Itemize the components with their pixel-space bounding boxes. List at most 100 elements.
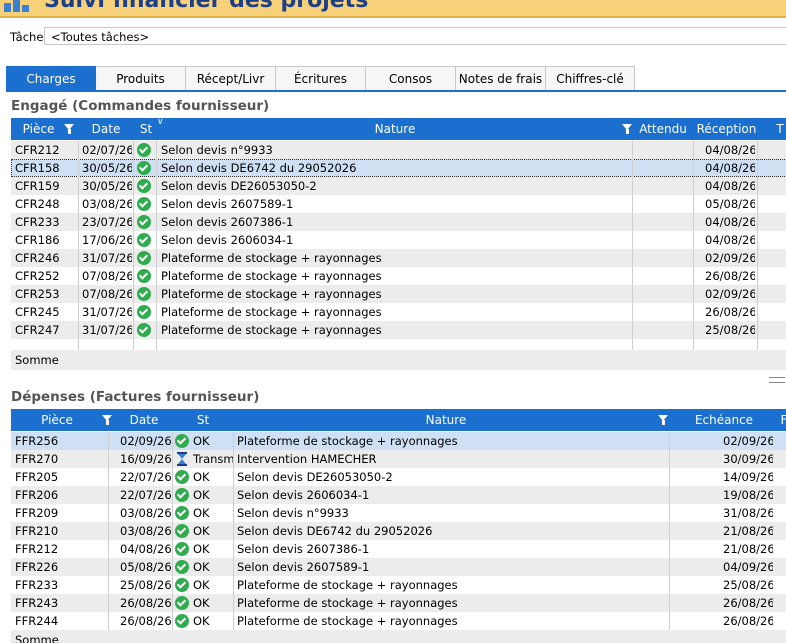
tab-bar: Charges Produits Récept/Livr Écritures C… xyxy=(6,66,786,91)
table-row[interactable]: CFR233 23/07/26 Selon devis 2607386-1 04/08… xyxy=(11,213,786,231)
table-row[interactable]: FFR243 26/08/26 OK Plateforme de stockage +… xyxy=(11,594,786,612)
table-row[interactable]: FFR233 25/08/26 OK Plateforme de stockage +… xyxy=(11,576,786,594)
cell-echeance: 30/09/26 xyxy=(723,452,773,466)
column-divider xyxy=(78,159,79,177)
column-divider xyxy=(693,141,694,159)
column-divider xyxy=(632,213,633,231)
cell-reception: 02/09/26 xyxy=(705,287,755,301)
col-header-nature[interactable]: Nature xyxy=(161,118,629,140)
cell-echeance: 25/08/26 xyxy=(723,578,773,592)
column-divider xyxy=(693,285,694,303)
table-row[interactable]: FFR244 26/08/26 OK Plateforme de stockage +… xyxy=(11,612,786,630)
tab-recept-livr[interactable]: Récept/Livr xyxy=(186,66,276,91)
check-circle-icon xyxy=(137,305,151,319)
check-circle-icon xyxy=(175,578,189,592)
col-header-nature[interactable]: Nature xyxy=(233,409,659,431)
table-row[interactable]: CFR253 07/08/26 Plateforme de stockage + r… xyxy=(11,285,786,303)
cell-status: OK xyxy=(193,578,210,592)
column-divider xyxy=(693,267,694,285)
column-divider xyxy=(172,594,173,612)
cell-piece: FFR226 xyxy=(15,560,59,574)
cell-status: OK xyxy=(193,596,210,610)
table-row[interactable]: CFR245 31/07/26 Plateforme de stockage + r… xyxy=(11,303,786,321)
table-row[interactable]: CFR159 30/05/26 Selon devis DE26053050-2 04… xyxy=(11,177,786,195)
depenses-body: FFR256 02/09/26 OK Plateforme de stockage +… xyxy=(11,432,786,643)
column-divider xyxy=(233,504,234,522)
col-header-reception[interactable]: Réception xyxy=(694,118,759,140)
tab-produits[interactable]: Produits xyxy=(96,66,186,91)
col-header-attendu[interactable]: Attendu xyxy=(633,118,693,140)
table-row[interactable]: FFR206 22/07/26 OK Selon devis 2606034-1 19/… xyxy=(11,486,786,504)
cell-date: 25/08/26 xyxy=(120,578,172,592)
tab-notes-de-frais[interactable]: Notes de frais xyxy=(456,66,546,91)
filter-icon[interactable] xyxy=(64,124,74,134)
col-header-extra[interactable]: T xyxy=(773,118,786,140)
table-row[interactable]: CFR158 30/05/26 Selon devis DE6742 du 2905… xyxy=(11,159,786,177)
col-header-extra[interactable]: F xyxy=(777,409,786,431)
column-divider xyxy=(669,576,670,594)
table-row[interactable]: FFR210 03/08/26 OK Selon devis DE6742 du 29… xyxy=(11,522,786,540)
table-row[interactable]: FFR209 03/08/26 OK Selon devis n°9933 31/08/… xyxy=(11,504,786,522)
column-divider xyxy=(757,177,758,195)
cell-piece: CFR159 xyxy=(15,179,60,193)
check-circle-icon xyxy=(137,251,151,265)
cell-piece: FFR209 xyxy=(15,506,59,520)
cell-echeance: 21/08/26 xyxy=(723,524,773,538)
sum-label: Somme xyxy=(15,633,59,643)
cell-nature: Selon devis n°9933 xyxy=(237,506,349,520)
tab-charges[interactable]: Charges xyxy=(6,66,96,91)
cell-reception: 04/08/26 xyxy=(705,215,755,229)
engage-grid: Pièce Date St ∨ Nature Attendu Réception… xyxy=(11,118,786,370)
table-row[interactable]: FFR256 02/09/26 OK Plateforme de stockage +… xyxy=(11,432,786,450)
cell-date: 22/07/26 xyxy=(120,470,172,484)
column-divider xyxy=(156,195,157,213)
table-row[interactable]: CFR248 03/08/26 Selon devis 2607589-1 05/08… xyxy=(11,195,786,213)
column-divider xyxy=(172,612,173,630)
table-row[interactable]: FFR226 05/08/26 OK Selon devis 2607589-1 04/… xyxy=(11,558,786,576)
cell-date: 30/05/26 xyxy=(82,161,132,175)
cell-echeance: 21/08/26 xyxy=(723,542,773,556)
cell-piece: CFR158 xyxy=(15,161,60,175)
col-header-st[interactable]: St xyxy=(136,118,156,140)
check-circle-icon xyxy=(175,434,189,448)
column-divider xyxy=(757,231,758,249)
app-logo-icon xyxy=(2,0,40,12)
table-row[interactable]: CFR212 02/07/26 Selon devis n°9933 04/08/26 xyxy=(11,141,786,159)
tab-chiffres-cle[interactable]: Chiffres-clé xyxy=(546,66,635,91)
column-divider xyxy=(669,612,670,630)
table-row[interactable]: FFR212 04/08/26 OK Selon devis 2607386-1 21/… xyxy=(11,540,786,558)
summary-row: Somme xyxy=(11,630,786,643)
table-row[interactable]: FFR205 22/07/26 OK Selon devis DE26053050-2… xyxy=(11,468,786,486)
col-header-date[interactable]: Date xyxy=(81,118,131,140)
filter-icon[interactable] xyxy=(658,415,668,425)
tab-consos[interactable]: Consos xyxy=(366,66,456,91)
col-header-piece[interactable]: Pièce xyxy=(11,409,103,431)
cell-date: 03/08/26 xyxy=(82,197,132,211)
check-circle-icon xyxy=(137,287,151,301)
table-row[interactable]: CFR186 17/06/26 Selon devis 2606034-1 04/08… xyxy=(11,231,786,249)
cell-echeance: 26/08/26 xyxy=(723,614,773,628)
col-header-echeance[interactable]: Echéance xyxy=(674,409,774,431)
column-divider xyxy=(78,267,79,285)
table-row[interactable]: CFR246 31/07/26 Plateforme de stockage + r… xyxy=(11,249,786,267)
filter-icon[interactable] xyxy=(102,415,112,425)
column-divider xyxy=(156,141,157,159)
table-row[interactable]: CFR247 31/07/26 Plateforme de stockage + r… xyxy=(11,321,786,339)
col-header-piece[interactable]: Pièce xyxy=(11,118,66,140)
check-circle-icon xyxy=(137,233,151,247)
tab-ecritures[interactable]: Écritures xyxy=(276,66,366,91)
column-divider xyxy=(757,159,758,177)
cell-status: Transm xyxy=(193,452,233,466)
filter-icon[interactable] xyxy=(622,124,632,134)
col-header-date[interactable]: Date xyxy=(115,409,173,431)
col-header-st[interactable]: St xyxy=(173,409,233,431)
table-row[interactable]: FFR270 16/09/26 Transm Intervention HAMECHE… xyxy=(11,450,786,468)
cell-nature: Plateforme de stockage + rayonnages xyxy=(161,251,382,265)
cell-piece: CFR212 xyxy=(15,143,60,157)
cell-piece: FFR233 xyxy=(15,578,59,592)
cell-nature: Plateforme de stockage + rayonnages xyxy=(161,269,382,283)
cell-echeance: 02/09/26 xyxy=(723,434,773,448)
table-row[interactable]: CFR252 07/08/26 Plateforme de stockage + r… xyxy=(11,267,786,285)
splitter-grip-icon[interactable] xyxy=(769,377,785,383)
task-filter-select[interactable]: <Toutes tâches> xyxy=(44,27,786,45)
